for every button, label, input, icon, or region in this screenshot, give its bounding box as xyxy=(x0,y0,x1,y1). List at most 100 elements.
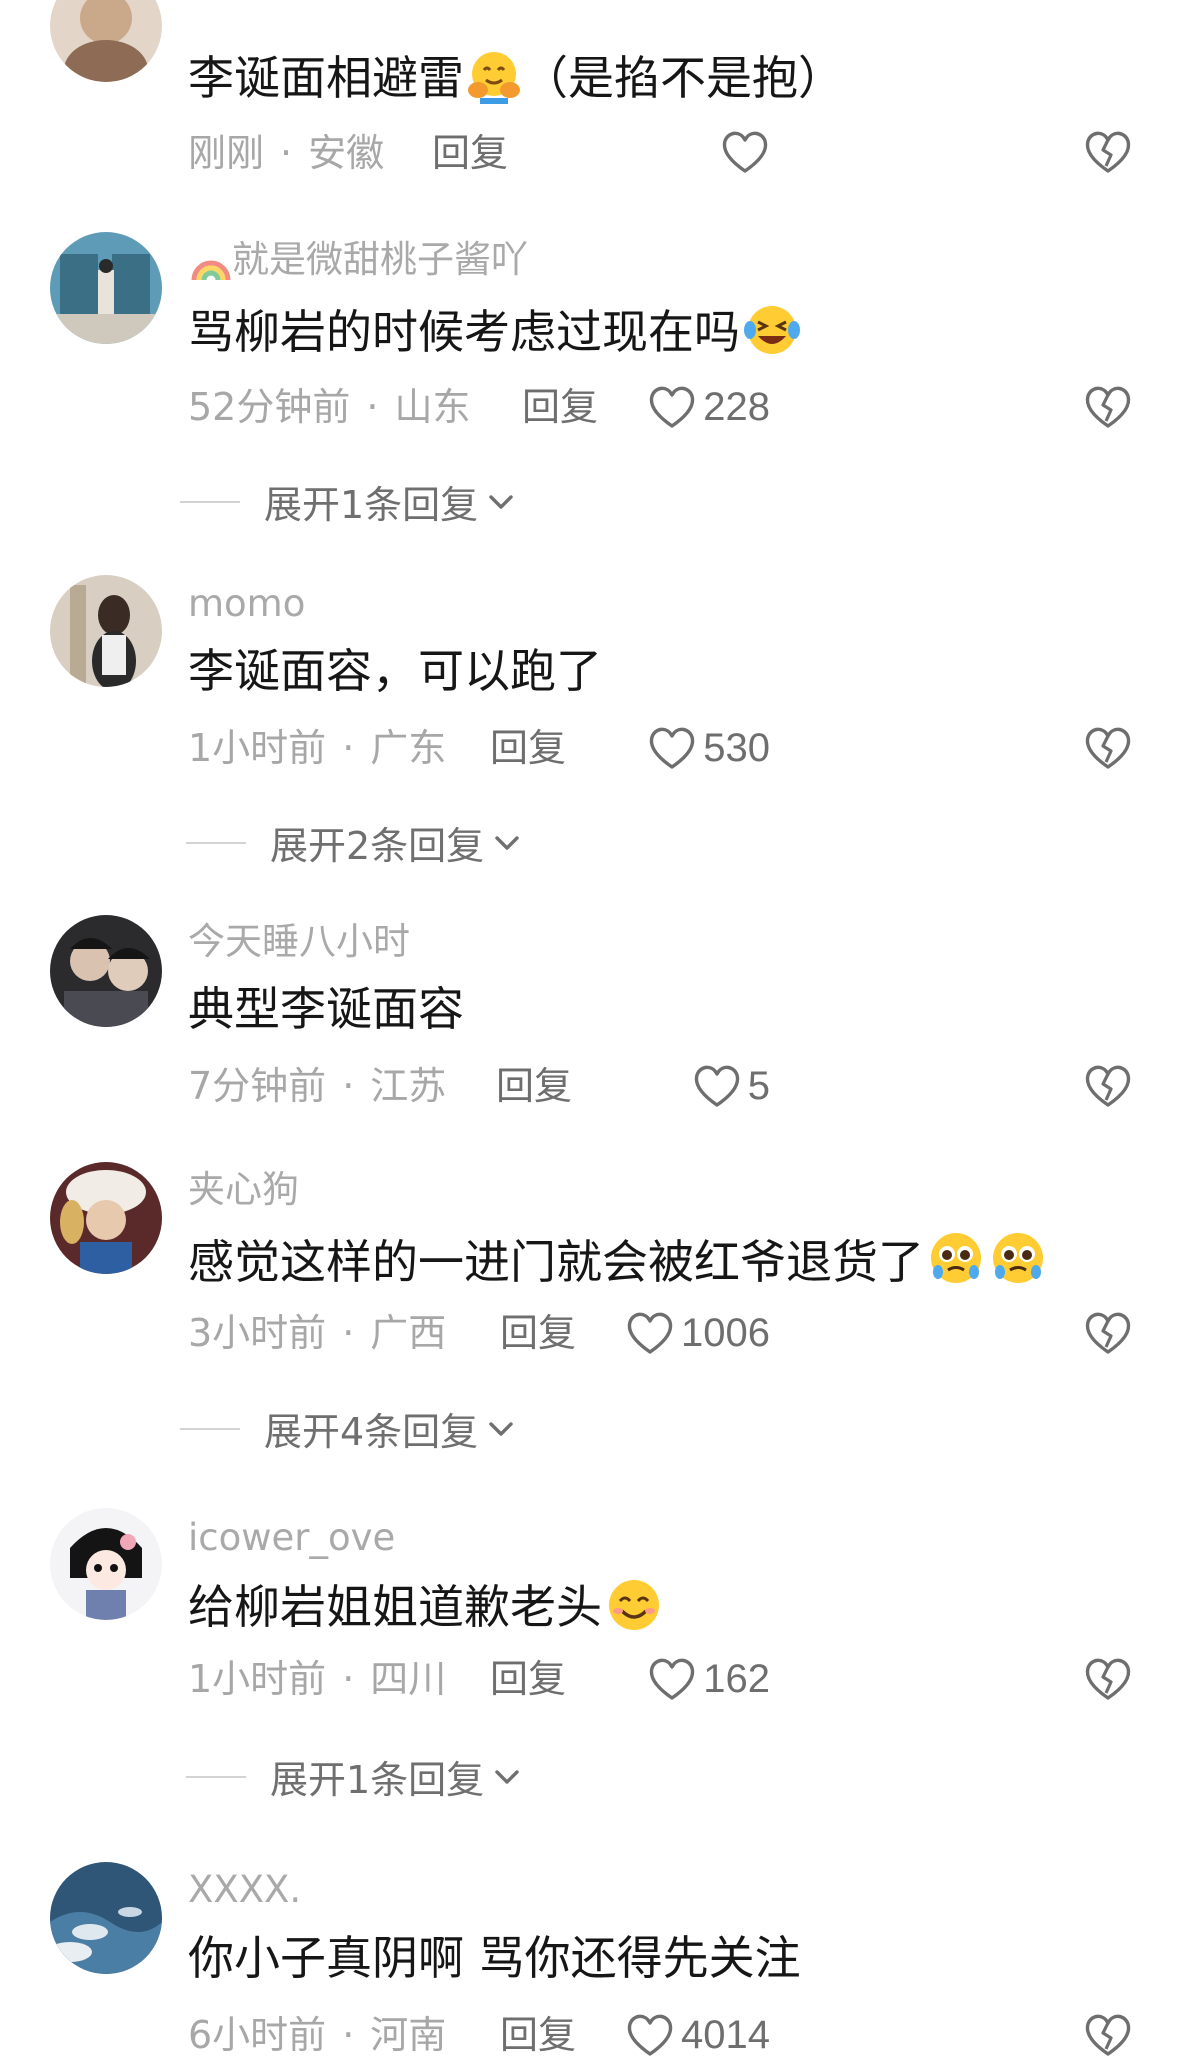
heart-outline-icon xyxy=(627,1312,673,1354)
comment-time: 7分钟前 xyxy=(188,1064,327,1108)
comment-location: 四川 xyxy=(370,1657,447,1701)
avatar[interactable] xyxy=(50,915,162,1027)
like-button[interactable]: 1006 xyxy=(570,1307,770,1359)
comment-text: 你小子真阴啊 骂你还得先关注 xyxy=(188,1931,801,1985)
dislike-button[interactable] xyxy=(1082,126,1134,178)
pleading-face-icon xyxy=(926,1228,1046,1300)
avatar[interactable] xyxy=(50,1862,162,1974)
meta-separator: · xyxy=(342,2013,355,2057)
heart-outline-icon xyxy=(650,727,695,769)
comment-username[interactable]: 就是微甜桃子酱吖 xyxy=(188,238,528,292)
comment-username[interactable]: icower_ove xyxy=(188,1516,395,1560)
comment-meta: 3小时前 · 广西 xyxy=(188,1310,446,1356)
divider xyxy=(180,500,240,503)
comment-location: 安徽 xyxy=(308,131,385,175)
avatar[interactable] xyxy=(50,1162,162,1274)
comment-username[interactable]: 今天睡八小时 xyxy=(188,920,410,964)
meta-separator: · xyxy=(342,1311,355,1355)
comment-location: 山东 xyxy=(394,385,471,429)
dislike-button[interactable] xyxy=(1082,381,1134,433)
comment-text: 给柳岩姐姐道歉老头 xyxy=(188,1575,664,1645)
heart-outline-icon xyxy=(650,1658,695,1700)
comment-location: 广东 xyxy=(370,726,447,770)
dislike-button[interactable] xyxy=(1082,1307,1134,1359)
comment-location: 广西 xyxy=(370,1311,447,1355)
divider xyxy=(186,1775,246,1778)
like-button[interactable] xyxy=(570,126,770,178)
chevron-down-icon xyxy=(495,835,519,850)
like-count: 530 xyxy=(703,725,770,770)
comment-meta: 7分钟前 · 江苏 xyxy=(188,1063,446,1109)
expand-replies-button[interactable]: 展开1条回复 xyxy=(180,474,518,529)
like-count: 162 xyxy=(703,1656,770,1701)
comment-username[interactable]: momo xyxy=(188,582,305,626)
comment-text: 典型李诞面容 xyxy=(188,982,464,1036)
meta-separator: · xyxy=(342,1064,355,1108)
reply-button[interactable]: 回复 xyxy=(500,2012,576,2058)
heart-outline-icon xyxy=(722,131,768,173)
broken-heart-icon xyxy=(1085,727,1131,769)
reply-button[interactable]: 回复 xyxy=(496,1063,572,1109)
comment-username[interactable]: 夹心狗 xyxy=(188,1168,299,1212)
smiling-face-icon xyxy=(604,1575,664,1645)
comment-time: 52分钟前 xyxy=(188,385,351,429)
expand-replies-label: 展开1条回复 xyxy=(270,1758,485,1802)
chevron-down-icon xyxy=(489,1421,513,1436)
comment-time: 刚刚 xyxy=(188,131,265,175)
dislike-button[interactable] xyxy=(1082,2009,1134,2061)
like-count: 1006 xyxy=(681,1310,770,1355)
expand-replies-button[interactable]: 展开2条回复 xyxy=(186,815,524,870)
meta-separator: · xyxy=(280,131,293,175)
expand-replies-button[interactable]: 展开1条回复 xyxy=(186,1749,524,1804)
comment-time: 1小时前 xyxy=(188,1657,327,1701)
heart-outline-icon xyxy=(627,2014,673,2056)
like-count: 228 xyxy=(703,384,770,429)
comment-time: 6小时前 xyxy=(188,2013,327,2057)
avatar[interactable] xyxy=(50,1508,162,1620)
comment-text: 李诞面容，可以跑了 xyxy=(188,644,602,698)
meta-separator: · xyxy=(342,726,355,770)
avatar[interactable] xyxy=(50,0,162,82)
meta-separator: · xyxy=(342,1657,355,1701)
comment-text: 感觉这样的一进门就会被红爷退货了 xyxy=(188,1228,1046,1300)
like-count: 4014 xyxy=(681,2012,770,2057)
avatar[interactable] xyxy=(50,575,162,687)
expand-replies-button[interactable]: 展开4条回复 xyxy=(180,1401,518,1456)
comment-location: 江苏 xyxy=(370,1064,447,1108)
dislike-button[interactable] xyxy=(1082,1060,1134,1112)
heart-outline-icon xyxy=(694,1065,739,1107)
like-button[interactable]: 5 xyxy=(570,1060,770,1112)
broken-heart-icon xyxy=(1085,386,1131,428)
hugging-face-icon xyxy=(466,48,522,116)
like-button[interactable]: 162 xyxy=(570,1653,770,1705)
divider xyxy=(186,841,246,844)
expand-replies-label: 展开4条回复 xyxy=(264,1410,479,1454)
like-button[interactable]: 4014 xyxy=(570,2009,770,2061)
like-button[interactable]: 530 xyxy=(570,722,770,774)
comment-time: 1小时前 xyxy=(188,726,327,770)
reply-button[interactable]: 回复 xyxy=(432,130,508,176)
comment-username[interactable]: XXXX. xyxy=(188,1868,301,1912)
comment-meta: 6小时前 · 河南 xyxy=(188,2012,446,2058)
comment-text: 李诞面相避雷 （是掐不是抱） xyxy=(188,48,844,116)
laughing-crying-face-icon xyxy=(742,300,802,370)
expand-replies-label: 展开2条回复 xyxy=(270,824,485,868)
rainbow-icon xyxy=(190,246,232,292)
chevron-down-icon xyxy=(495,1769,519,1784)
reply-button[interactable]: 回复 xyxy=(490,1656,566,1702)
meta-separator: · xyxy=(366,385,379,429)
dislike-button[interactable] xyxy=(1082,1653,1134,1705)
comment-text: 骂柳岩的时候考虑过现在吗 xyxy=(188,300,802,370)
avatar[interactable] xyxy=(50,232,162,344)
reply-button[interactable]: 回复 xyxy=(500,1310,576,1356)
comment-time: 3小时前 xyxy=(188,1311,327,1355)
reply-button[interactable]: 回复 xyxy=(490,725,566,771)
chevron-down-icon xyxy=(489,494,513,509)
like-count: 5 xyxy=(747,1063,770,1108)
broken-heart-icon xyxy=(1085,131,1131,173)
like-button[interactable]: 228 xyxy=(570,381,770,433)
broken-heart-icon xyxy=(1085,1658,1131,1700)
expand-replies-label: 展开1条回复 xyxy=(264,483,479,527)
dislike-button[interactable] xyxy=(1082,722,1134,774)
comment-location: 河南 xyxy=(370,2013,447,2057)
